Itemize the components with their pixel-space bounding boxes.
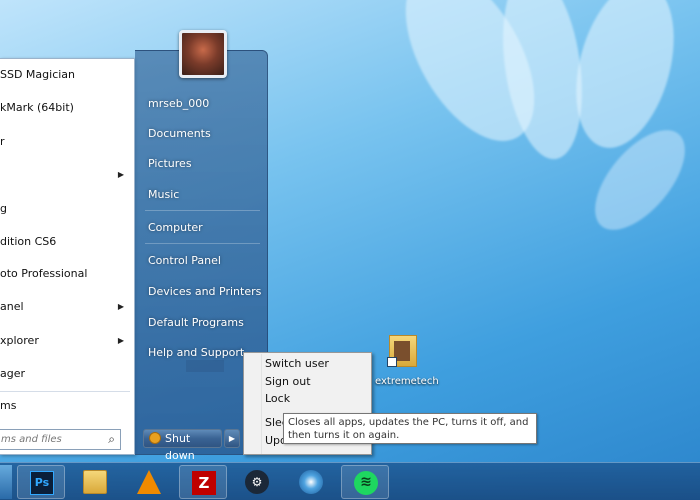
lock-power-icon <box>149 432 161 444</box>
shutdown-button[interactable]: Shut down <box>143 429 222 462</box>
shortcut-arrow-icon <box>387 357 397 367</box>
menu-item-sign-out[interactable]: Sign out <box>265 373 369 390</box>
default-programs-link[interactable]: Default Programs <box>148 312 263 334</box>
pictures-link[interactable]: Pictures <box>148 153 263 175</box>
tooltip: Closes all apps, updates the PC, turns i… <box>283 413 537 444</box>
program-item[interactable]: g <box>0 196 130 222</box>
taskbar-button-filezilla[interactable]: Z <box>179 465 227 499</box>
computer-link[interactable]: Computer <box>148 217 263 239</box>
program-item[interactable]: ager <box>0 361 130 387</box>
program-item[interactable]: xplorer ▶ <box>0 328 130 354</box>
devices-printers-link[interactable]: Devices and Printers <box>148 281 263 303</box>
photoshop-icon: Ps <box>30 471 54 495</box>
folder-icon[interactable] <box>387 333 417 367</box>
taskbar-button-explorer[interactable] <box>71 465 119 499</box>
control-panel-link[interactable]: Control Panel <box>148 250 263 272</box>
taskbar: Ps Z ⚙ ≋ <box>0 462 700 500</box>
program-item[interactable]: ▶ <box>0 162 130 188</box>
all-programs-link[interactable]: ms <box>0 395 130 417</box>
vlc-icon <box>137 470 161 494</box>
menu-item-lock[interactable]: Lock <box>265 390 369 407</box>
search-input[interactable]: ms and files ⌕ <box>0 429 121 450</box>
program-item[interactable]: anel ▶ <box>0 294 130 320</box>
file-explorer-icon <box>83 470 107 494</box>
spotify-icon: ≋ <box>354 471 378 495</box>
steam-icon: ⚙ <box>245 470 269 494</box>
media-player-icon <box>299 470 323 494</box>
taskbar-button-steam[interactable]: ⚙ <box>233 465 281 499</box>
desktop-icon-label[interactable]: extremetech <box>375 376 439 387</box>
program-item[interactable]: SSD Magician <box>0 62 130 88</box>
shutdown-options-button[interactable]: ▶ <box>224 429 240 448</box>
submenu-arrow-icon: ▶ <box>117 302 124 311</box>
taskbar-button-media-player[interactable] <box>287 465 335 499</box>
divider <box>0 391 130 392</box>
submenu-arrow-icon: ▶ <box>117 336 124 345</box>
program-item[interactable]: kMark (64bit) <box>0 95 130 121</box>
program-item[interactable]: oto Professional <box>0 261 130 287</box>
documents-link[interactable]: Documents <box>148 123 263 145</box>
program-item[interactable]: dition CS6 <box>0 229 130 255</box>
submenu-arrow-icon: ▶ <box>117 170 124 179</box>
filezilla-icon: Z <box>192 471 216 495</box>
taskbar-button-spotify[interactable]: ≋ <box>341 465 389 499</box>
search-icon: ⌕ <box>108 432 115 446</box>
program-item[interactable]: r <box>0 129 130 155</box>
music-link[interactable]: Music <box>148 184 263 206</box>
start-button[interactable] <box>0 465 12 499</box>
menu-item-switch-user[interactable]: Switch user <box>265 355 369 372</box>
user-folder-link[interactable]: mrseb_000 <box>148 93 263 115</box>
user-avatar[interactable] <box>179 30 227 78</box>
start-menu-programs-pane: SSD Magician kMark (64bit) r ▶ g dition … <box>0 58 135 455</box>
chevron-right-icon: ▶ <box>228 434 236 443</box>
taskbar-button-vlc[interactable] <box>125 465 173 499</box>
taskbar-button-photoshop[interactable]: Ps <box>17 465 65 499</box>
divider <box>145 210 260 211</box>
divider <box>145 243 260 244</box>
